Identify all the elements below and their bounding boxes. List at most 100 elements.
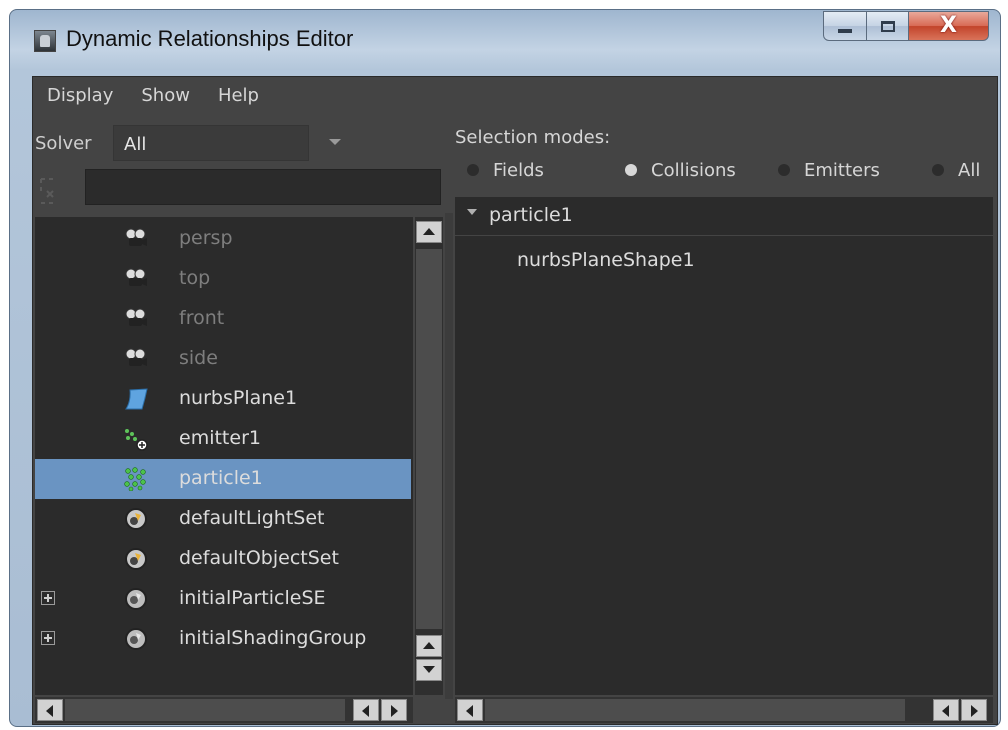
scrollbar-thumb[interactable] xyxy=(65,699,345,721)
window-controls: X xyxy=(823,11,989,43)
tree-row-parent[interactable]: particle1 xyxy=(455,197,993,236)
arrow-right-icon xyxy=(971,705,978,717)
radio-dot xyxy=(932,164,944,176)
scroll-right-button[interactable] xyxy=(381,699,407,721)
selection-modes-label: Selection modes: xyxy=(455,127,611,148)
outliner-label: defaultObjectSet xyxy=(179,547,339,569)
nurbs-plane-icon xyxy=(125,388,148,410)
pane-splitter[interactable] xyxy=(445,213,453,699)
outliner-list: persp top front side nurbsPlane1 emitter… xyxy=(35,217,413,695)
shading-group-icon xyxy=(125,628,147,650)
outliner-row-particle1[interactable]: particle1 xyxy=(35,459,411,499)
expand-icon[interactable] xyxy=(41,631,55,645)
scroll-left-button[interactable] xyxy=(933,699,959,721)
camera-icon xyxy=(125,228,147,246)
menu-bar: Display Show Help xyxy=(33,77,273,113)
window-title: Dynamic Relationships Editor xyxy=(66,26,354,51)
editor-client-area: Display Show Help Solver All Selection m… xyxy=(32,76,998,725)
radio-collisions[interactable]: Collisions xyxy=(625,157,736,183)
minimize-icon xyxy=(838,29,852,33)
close-icon: X xyxy=(940,13,957,38)
outliner-label: persp xyxy=(179,227,233,249)
solver-dropdown[interactable]: All xyxy=(113,125,309,161)
arrow-left-icon xyxy=(942,705,949,717)
solver-value: All xyxy=(124,134,147,155)
camera-icon xyxy=(125,308,147,326)
radio-all[interactable]: All xyxy=(932,157,980,183)
radio-label-fields: Fields xyxy=(493,159,544,181)
arrow-down-icon xyxy=(423,666,435,673)
relationship-parent: particle1 xyxy=(489,204,573,226)
outliner-row-defaultlightset[interactable]: defaultLightSet xyxy=(35,499,411,539)
scroll-left-button[interactable] xyxy=(353,699,379,721)
solver-label: Solver xyxy=(35,133,92,154)
title-bar[interactable]: Dynamic Relationships Editor X xyxy=(10,10,1000,68)
outliner-label: initialParticleSE xyxy=(179,587,326,609)
chevron-down-icon[interactable] xyxy=(329,139,341,145)
outliner-row-nurbsplane1[interactable]: nurbsPlane1 xyxy=(35,379,411,419)
relationship-horizontal-scrollbar[interactable] xyxy=(455,697,993,723)
outliner-row-top[interactable]: top xyxy=(35,259,411,299)
menu-help[interactable]: Help xyxy=(218,85,259,106)
scroll-left-button[interactable] xyxy=(37,699,63,721)
radio-label-emitters: Emitters xyxy=(804,159,880,181)
expand-icon[interactable] xyxy=(41,591,55,605)
outliner-label: nurbsPlane1 xyxy=(179,387,298,409)
outliner-row-defaultobjectset[interactable]: defaultObjectSet xyxy=(35,539,411,579)
particle-icon xyxy=(124,467,146,491)
scroll-right-button[interactable] xyxy=(961,699,987,721)
app-icon xyxy=(34,30,56,52)
maximize-button[interactable] xyxy=(867,11,909,41)
menu-display[interactable]: Display xyxy=(47,85,113,106)
relationship-list: particle1 nurbsPlaneShape1 xyxy=(455,197,993,695)
arrow-left-icon xyxy=(466,705,473,717)
outliner-label: top xyxy=(179,267,211,289)
outliner-vertical-scrollbar[interactable] xyxy=(415,217,443,695)
radio-dot xyxy=(467,164,479,176)
editor-window: Dynamic Relationships Editor X Display S… xyxy=(9,9,1001,727)
outliner-row-emitter1[interactable]: emitter1 xyxy=(35,419,411,459)
outliner-label: particle1 xyxy=(179,467,263,489)
scroll-up-button[interactable] xyxy=(416,221,442,243)
set-icon xyxy=(125,548,147,570)
scrollbar-thumb[interactable] xyxy=(485,699,905,721)
arrow-right-icon xyxy=(391,705,398,717)
scrollbar-thumb[interactable] xyxy=(416,249,442,629)
emitter-icon xyxy=(125,429,148,451)
filter-input[interactable] xyxy=(85,169,441,205)
selection-filter-icon[interactable] xyxy=(37,175,73,211)
arrow-up-icon xyxy=(423,228,435,235)
close-button[interactable]: X xyxy=(909,11,989,41)
radio-dot-selected xyxy=(625,164,637,176)
scroll-left-button[interactable] xyxy=(457,699,483,721)
collapse-icon[interactable] xyxy=(467,209,477,215)
arrow-up-icon xyxy=(423,642,435,649)
radio-emitters[interactable]: Emitters xyxy=(778,157,880,183)
outliner-label: initialShadingGroup xyxy=(179,627,367,649)
outliner-row-front[interactable]: front xyxy=(35,299,411,339)
radio-fields[interactable]: Fields xyxy=(467,157,544,183)
relationship-child[interactable]: nurbsPlaneShape1 xyxy=(517,249,695,271)
outliner-label: side xyxy=(179,347,218,369)
shading-group-icon xyxy=(125,588,147,610)
menu-show[interactable]: Show xyxy=(141,85,190,106)
radio-label-collisions: Collisions xyxy=(651,159,736,181)
arrow-left-icon xyxy=(362,705,369,717)
outliner-label: emitter1 xyxy=(179,427,261,449)
outliner-row-side[interactable]: side xyxy=(35,339,411,379)
scroll-down-button[interactable] xyxy=(416,659,442,681)
outliner-row-initialparticlese[interactable]: initialParticleSE xyxy=(35,579,411,619)
scroll-up-button[interactable] xyxy=(416,635,442,657)
outliner-label: front xyxy=(179,307,225,329)
outliner-row-persp[interactable]: persp xyxy=(35,219,411,259)
radio-dot xyxy=(778,164,790,176)
maximize-icon xyxy=(880,20,895,32)
set-icon xyxy=(125,508,147,530)
radio-label-all: All xyxy=(958,159,981,181)
minimize-button[interactable] xyxy=(823,11,867,41)
arrow-left-icon xyxy=(46,705,53,717)
outliner-horizontal-scrollbar[interactable] xyxy=(35,697,413,723)
camera-icon xyxy=(125,268,147,286)
outliner-row-initialshadinggroup[interactable]: initialShadingGroup xyxy=(35,619,411,659)
camera-icon xyxy=(125,348,147,366)
